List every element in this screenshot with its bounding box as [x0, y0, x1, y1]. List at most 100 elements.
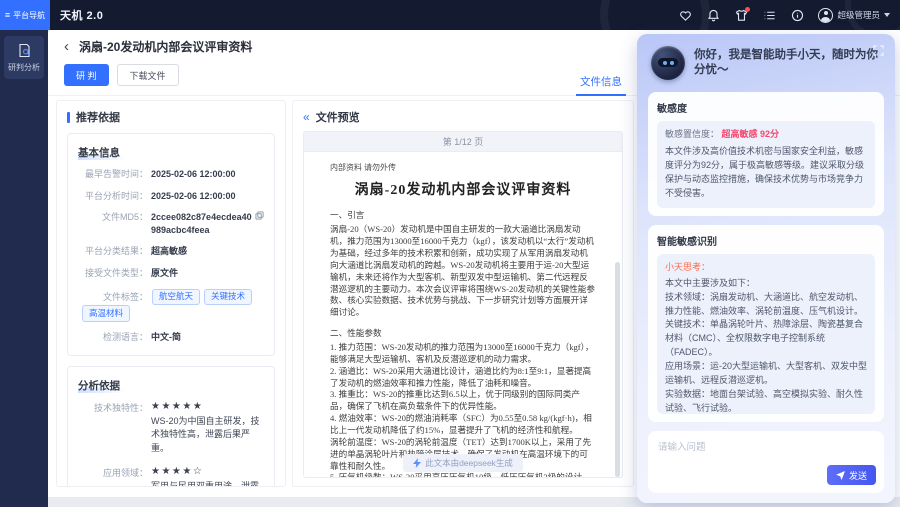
file-preview-panel: « 文件预览 第 1/12 页 内部资料 请勿外传 涡扇-20发动机内部会议评审…: [292, 100, 634, 487]
recognition-box: 小天思考： 本文中主要涉及如下： 技术领域：涡扇发动机、大涵道比、航空发动机、推…: [657, 254, 875, 414]
notification-bell-icon[interactable]: [706, 8, 721, 23]
doc-paragraph: 2. 涵道比：WS-20采用大涵道比设计，涵道比约为8:1至9:1，显著提高了发…: [330, 366, 596, 390]
think-line: 技术领域：涡扇发动机、大涵道比、航空发动机、推力性能、燃油效率、涡轮前温度、压气…: [665, 291, 867, 319]
field-label: 平台分析时间：: [78, 190, 148, 203]
field-label: 平台分类结果：: [78, 245, 148, 258]
field-value: 2025-02-06 12:00:00: [151, 168, 236, 181]
field-row-md5: 文件MD5： 2ccee082c87e4ecdea40989acbc4feea: [78, 211, 264, 236]
page-title: 涡扇-20发动机内部会议评审资料: [79, 38, 252, 55]
copy-icon[interactable]: [255, 211, 264, 236]
doc-paragraph: 二、性能参数: [330, 328, 596, 340]
generated-by-note: 此文本由deepseek生成: [403, 454, 523, 472]
section-marker: [67, 112, 70, 123]
md5-value: 2ccee082c87e4ecdea40989acbc4feea: [151, 211, 252, 236]
sensitivity-summary: 本文件涉及高价值技术机密与国家安全利益，敏感度评分为92分，属于极高敏感等级。建…: [665, 145, 867, 201]
analysis-label: 技术独特性：: [78, 401, 148, 456]
analysis-row: 应用领域： ★★★★☆ 军用与民用双重用途，泄露可能威胁国家安全与商业利益。: [78, 466, 264, 487]
collapse-left-icon[interactable]: «: [303, 111, 310, 123]
field-row: 最早告警时间： 2025-02-06 12:00:00: [78, 168, 264, 181]
think-line: 本文中主要涉及如下：: [665, 277, 867, 291]
doc-paragraph: 1. 推力范围：WS-20发动机的推力范围为13000至16000千克力（kgf…: [330, 342, 596, 366]
assistant-header: 你好，我是智能助手小天，随时为你分忧～: [637, 34, 895, 86]
doc-paragraph: 5. 压气机级数：WS-20采用高压压气机10级、低压压气机3级的设计，压缩比达…: [330, 472, 596, 477]
doc-paragraph: 涡扇-20（WS-20）发动机是中国自主研发的一款大涵道比涡扇发动机，推力范围为…: [330, 224, 596, 319]
basic-info-title: 基本信息: [78, 145, 120, 160]
back-arrow-icon[interactable]: ‹: [64, 39, 69, 54]
robot-avatar: [651, 46, 685, 80]
robot-visor: [658, 58, 678, 67]
field-label: 最早告警时间：: [78, 168, 148, 181]
hamburger-icon: ≡: [5, 10, 10, 20]
assistant-greeting: 你好，我是智能助手小天，随时为你分忧～: [694, 48, 881, 78]
field-row: 接受文件类型： 原文件: [78, 267, 264, 280]
field-row: 检测语言： 中文-简: [78, 331, 264, 344]
field-value: 原文件: [151, 267, 178, 280]
robot-eye: [663, 61, 667, 65]
analysis-desc: WS-20为中国自主研发，技术独特性高，泄露后果严重。: [151, 415, 264, 456]
doc-watermark: 内部资料 请勿外传: [330, 162, 596, 173]
chat-input[interactable]: [648, 431, 884, 465]
doc-search-icon: [17, 43, 32, 58]
field-row-tags: 文件标签： 航空航天 关键技术 高温材料: [78, 289, 264, 323]
send-button[interactable]: 发送: [827, 465, 876, 485]
info-circle-icon[interactable]: [790, 8, 805, 23]
field-label: 文件MD5：: [78, 211, 148, 236]
doc-paragraph: 一、引言: [330, 210, 596, 222]
expand-icon[interactable]: [873, 43, 884, 61]
chevron-down-icon: [884, 13, 890, 17]
topbar: ≡ 平台导航 天机 2.0 超级管理员: [0, 0, 900, 30]
sidebar: 研判分析: [0, 30, 48, 507]
think-line: 关键技术：单晶涡轮叶片、热障涂层、陶瓷基复合材料（CMC）、全权限数字电子控制系…: [665, 318, 867, 360]
analysis-row: 技术独特性： ★★★★★ WS-20为中国自主研发，技术独特性高，泄露后果严重。: [78, 401, 264, 456]
notification-dot: [745, 7, 750, 12]
flash-icon: [413, 458, 421, 468]
analysis-desc: 军用与民用双重用途，泄露可能威胁国家安全与商业利益。: [151, 480, 264, 487]
field-row: 平台分析时间： 2025-02-06 12:00:00: [78, 190, 264, 203]
preview-scrollbar[interactable]: [615, 262, 620, 477]
assistant-body: 敏感度 敏感置信度： 超高敏感 92分 本文件涉及高价值技术机密与国家安全利益，…: [637, 86, 895, 503]
user-menu[interactable]: 超级管理员: [818, 8, 890, 23]
analysis-basis-title: 分析依据: [78, 378, 120, 393]
doc-title: 涡扇-20发动机内部会议评审资料: [330, 181, 596, 200]
favorite-badge-icon[interactable]: [678, 8, 693, 23]
field-value: 中文-简: [151, 331, 181, 344]
analysis-basis-card: 分析依据 技术独特性： ★★★★★ WS-20为中国自主研发，技术独特性高，泄露…: [67, 366, 275, 487]
task-list-icon[interactable]: [762, 8, 777, 23]
app-title: 天机 2.0: [60, 0, 103, 30]
send-label: 发送: [849, 469, 867, 482]
doc-paragraph: 3. 推重比：WS-20的推重比达到6.5以上，优于同级别的国际同类产品，确保了…: [330, 389, 596, 413]
think-label: 小天思考：: [665, 261, 867, 275]
theme-shirt-icon[interactable]: [734, 8, 749, 23]
analysis-label: 应用领域：: [78, 466, 148, 487]
analysis-body: ★★★★☆ 军用与民用双重用途，泄露可能威胁国家安全与商业利益。: [151, 466, 264, 487]
file-tag: 关键技术: [204, 289, 252, 306]
assistant-panel: 你好，我是智能助手小天，随时为你分忧～ 敏感度 敏感置信度： 超高敏感 92分 …: [637, 34, 895, 503]
analysis-body: ★★★★★ WS-20为中国自主研发，技术独特性高，泄露后果严重。: [151, 401, 264, 456]
doc-paragraph: 4. 燃油效率：WS-20的燃油消耗率（SFC）为0.55至0.58 kg/(k…: [330, 413, 596, 437]
document-page: 内部资料 请勿外传 涡扇-20发动机内部会议评审资料 一、引言 涡扇-20（WS…: [304, 152, 622, 477]
field-value: 2025-02-06 12:00:00: [151, 190, 236, 203]
recognition-title: 智能敏感识别: [657, 233, 875, 248]
preview-title: 文件预览: [316, 109, 360, 125]
sensitivity-title: 敏感度: [657, 100, 875, 115]
topbar-icons: 超级管理员: [678, 0, 890, 30]
sidebar-item-analysis[interactable]: 研判分析: [4, 36, 44, 79]
think-line: 实验数据：地面台架试验、高空模拟实验、耐久性试验、飞行试验。: [665, 388, 867, 414]
platform-nav-label: 平台导航: [13, 10, 45, 21]
think-line: 应用场景：运-20大型运输机、大型客机、双发中型运输机、远程反潜巡逻机。: [665, 360, 867, 388]
platform-nav-button[interactable]: ≡ 平台导航: [0, 0, 50, 30]
tab-file-info[interactable]: 文件信息: [576, 74, 626, 96]
sidebar-item-label: 研判分析: [8, 62, 40, 73]
document-viewer: 第 1/12 页 内部资料 请勿外传 涡扇-20发动机内部会议评审资料 一、引言…: [303, 131, 623, 478]
recognition-card: 智能敏感识别 小天思考： 本文中主要涉及如下： 技术领域：涡扇发动机、大涵道比、…: [648, 225, 884, 422]
recommend-title: 推荐依据: [76, 109, 120, 125]
field-label: 接受文件类型：: [78, 267, 148, 280]
confidence-value: 超高敏感 92分: [722, 129, 780, 139]
preview-header: « 文件预览: [293, 101, 633, 131]
user-avatar: [818, 8, 833, 23]
classification-value: 超高敏感: [151, 245, 187, 258]
field-label: 文件标签：: [78, 291, 148, 304]
chat-input-card: 发送: [648, 431, 884, 493]
confidence-label: 敏感置信度：: [665, 129, 719, 139]
sensitivity-box: 敏感置信度： 超高敏感 92分 本文件涉及高价值技术机密与国家安全利益，敏感度评…: [657, 121, 875, 208]
